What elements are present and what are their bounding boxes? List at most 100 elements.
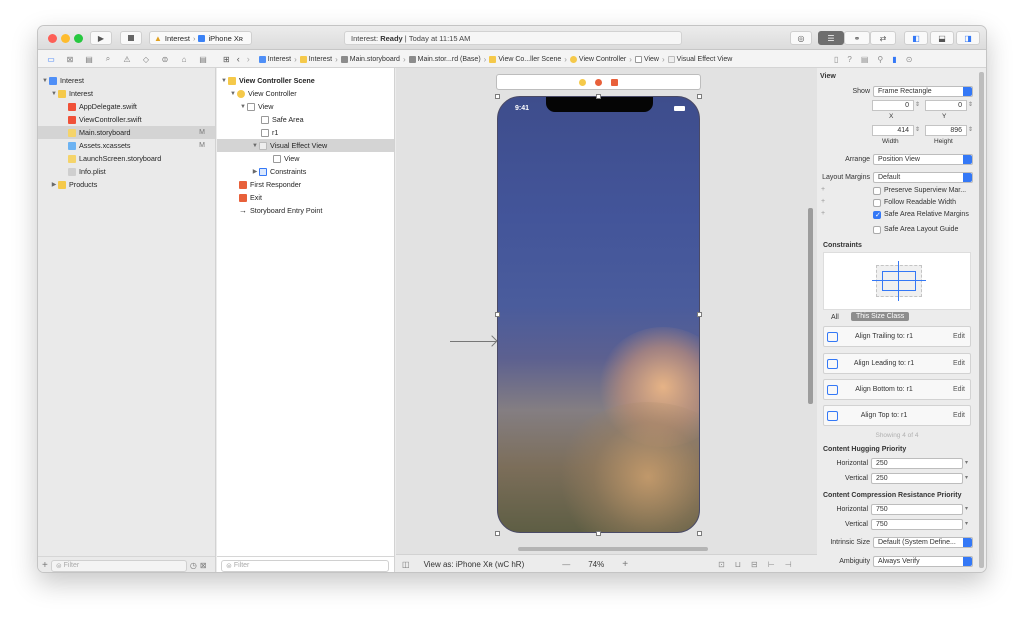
help-icon[interactable]: ? [847, 55, 851, 64]
view-controller-icon[interactable] [579, 78, 586, 86]
minimize-button[interactable] [61, 34, 70, 43]
constraint-row[interactable]: Align Top to: r1 Edit [823, 405, 971, 426]
stop-button[interactable] [120, 31, 142, 45]
add-variation-icon[interactable]: + [821, 198, 825, 205]
intrinsic-popup[interactable]: Default (System Define... [873, 537, 973, 548]
grid-icon[interactable]: ⊞ [223, 55, 230, 64]
hug-horizontal-field[interactable]: 250 [871, 458, 963, 469]
file-item[interactable]: LaunchScreen.storyboard [38, 152, 215, 165]
embed-in-icon[interactable]: ⊔ [735, 560, 741, 569]
outline-filter-input[interactable]: ⊜ Filter [221, 559, 389, 572]
issue-icon[interactable]: ⚠ [118, 55, 136, 64]
attributes-icon[interactable]: ⚲ [877, 55, 883, 64]
recent-icon[interactable]: ◷ [190, 561, 197, 570]
jump-item-storyboard[interactable]: Main.storyboard [340, 55, 400, 63]
outline-visual-effect-view[interactable]: ▼ Visual Effect View [217, 139, 394, 152]
file-item[interactable]: Info.plist [38, 165, 215, 178]
zoom-level[interactable]: 74% [588, 560, 604, 569]
size-class-all[interactable]: All [831, 314, 839, 321]
add-variation-icon[interactable]: + [821, 210, 825, 217]
tree-item-group[interactable]: ▼ Interest [38, 87, 215, 100]
size-class-this[interactable]: This Size Class [851, 312, 910, 321]
show-popup[interactable]: Frame Rectangle [873, 86, 973, 97]
outline-scene[interactable]: ▼ View Controller Scene [217, 74, 394, 87]
jump-item-project[interactable]: Interest [258, 55, 291, 63]
height-stepper-icon[interactable]: ⇕ [968, 126, 973, 133]
breakpoint-icon[interactable]: ⌂ [175, 55, 193, 64]
y-field[interactable]: 0 [925, 100, 967, 111]
resize-handle[interactable] [697, 531, 702, 536]
ambiguity-popup[interactable]: Always Verify [873, 556, 973, 567]
align-icon[interactable]: ⊟ [751, 560, 758, 569]
constraint-row[interactable]: Align Trailing to: r1 Edit [823, 326, 971, 347]
version-editor-button[interactable]: ⇄ [870, 31, 896, 45]
disclosure-open-icon[interactable]: ▼ [50, 91, 58, 97]
constraints-diagram[interactable] [823, 252, 971, 310]
width-stepper-icon[interactable]: ⇕ [915, 126, 920, 133]
storyboard-canvas[interactable]: 9:41 ◫ View as: iPhone Xʀ (wC hR) — 74% … [396, 68, 817, 572]
constraint-edit-button[interactable]: Edit [953, 360, 965, 367]
preserve-margins-checkbox[interactable] [873, 187, 881, 195]
x-stepper-icon[interactable]: ⇕ [915, 101, 920, 108]
file-inspector-icon[interactable]: ▯ [834, 55, 838, 64]
size-inspector-icon[interactable]: ▮ [892, 55, 896, 64]
toggle-navigator-button[interactable]: ◧ [904, 31, 928, 45]
jump-item-scene[interactable]: View Co...ller Scene [489, 55, 561, 63]
outline-r1[interactable]: r1 [217, 126, 394, 139]
resize-handle[interactable] [596, 531, 601, 536]
constraint-edit-button[interactable]: Edit [953, 386, 965, 393]
disclosure-open-icon[interactable]: ▼ [251, 143, 259, 149]
disclosure-open-icon[interactable]: ▼ [41, 78, 49, 84]
arrange-popup[interactable]: Position View [873, 154, 973, 165]
first-responder-icon[interactable] [595, 78, 602, 86]
disclosure-open-icon[interactable]: ▼ [220, 78, 228, 84]
assistant-editor-button[interactable]: ⚭ [844, 31, 870, 45]
disclosure-open-icon[interactable]: ▼ [229, 91, 237, 97]
outline-view[interactable]: ▼ View [217, 100, 394, 113]
outline-safe-area[interactable]: Safe Area [217, 113, 394, 126]
x-field[interactable]: 0 [872, 100, 914, 111]
resize-handle[interactable] [495, 94, 500, 99]
constraint-row[interactable]: Align Bottom to: r1 Edit [823, 379, 971, 400]
update-frames-icon[interactable]: ⊡ [718, 560, 725, 569]
scene-dock[interactable] [496, 74, 701, 90]
report-icon[interactable]: ▤ [194, 55, 212, 64]
zoom-button[interactable] [74, 34, 83, 43]
outline-view-controller[interactable]: ▼ View Controller [217, 87, 394, 100]
tree-item-products[interactable]: ▶ Products [38, 178, 215, 191]
view-as-button[interactable]: View as: iPhone Xʀ (wC hR) [424, 560, 525, 569]
zoom-out-button[interactable]: — [562, 560, 570, 569]
constraint-edit-button[interactable]: Edit [953, 412, 965, 419]
search-icon[interactable]: ⌕ [99, 54, 117, 64]
scheme-selector[interactable]: ▲ Interest › iPhone Xʀ [149, 31, 252, 45]
resolve-issues-icon[interactable]: ⊣ [785, 560, 792, 569]
source-control-icon[interactable]: ⊠ [61, 55, 79, 64]
toggle-inspector-button[interactable]: ◨ [956, 31, 980, 45]
safe-area-guide-checkbox[interactable] [873, 226, 881, 234]
folder-icon[interactable]: ▭ [42, 55, 60, 64]
outline-toggle-icon[interactable]: ◫ [402, 560, 410, 569]
file-item-selected[interactable]: Main.storyboard M [38, 126, 215, 139]
identity-icon[interactable]: ▤ [861, 55, 869, 64]
resize-handle[interactable] [697, 312, 702, 317]
add-variation-icon[interactable]: + [821, 186, 825, 193]
connections-icon[interactable]: ⊙ [906, 55, 913, 64]
jump-item-view[interactable]: View [634, 55, 659, 63]
safe-area-relative-checkbox[interactable] [873, 211, 881, 219]
library-button[interactable]: ◎ [790, 31, 812, 45]
resize-handle[interactable] [495, 312, 500, 317]
scm-filter-icon[interactable]: ⊠ [200, 561, 207, 570]
navigator-filter-input[interactable]: ⊜ Filter [50, 559, 187, 572]
symbol-icon[interactable]: ▤ [80, 55, 98, 64]
resize-handle[interactable] [495, 531, 500, 536]
outline-entry-point[interactable]: → Storyboard Entry Point [217, 204, 394, 217]
follow-readable-checkbox[interactable] [873, 199, 881, 207]
chevron-down-icon[interactable]: ▾ [965, 505, 968, 512]
jump-item-group[interactable]: Interest [299, 55, 332, 63]
disclosure-closed-icon[interactable]: ▶ [251, 168, 259, 175]
exit-icon[interactable] [611, 78, 618, 86]
jump-item-effect-view[interactable]: Visual Effect View [667, 55, 732, 63]
iphone-scene[interactable]: 9:41 [497, 96, 700, 533]
constraint-row[interactable]: Align Leading to: r1 Edit [823, 353, 971, 374]
outline-constraints[interactable]: ▶ Constraints [217, 165, 394, 178]
